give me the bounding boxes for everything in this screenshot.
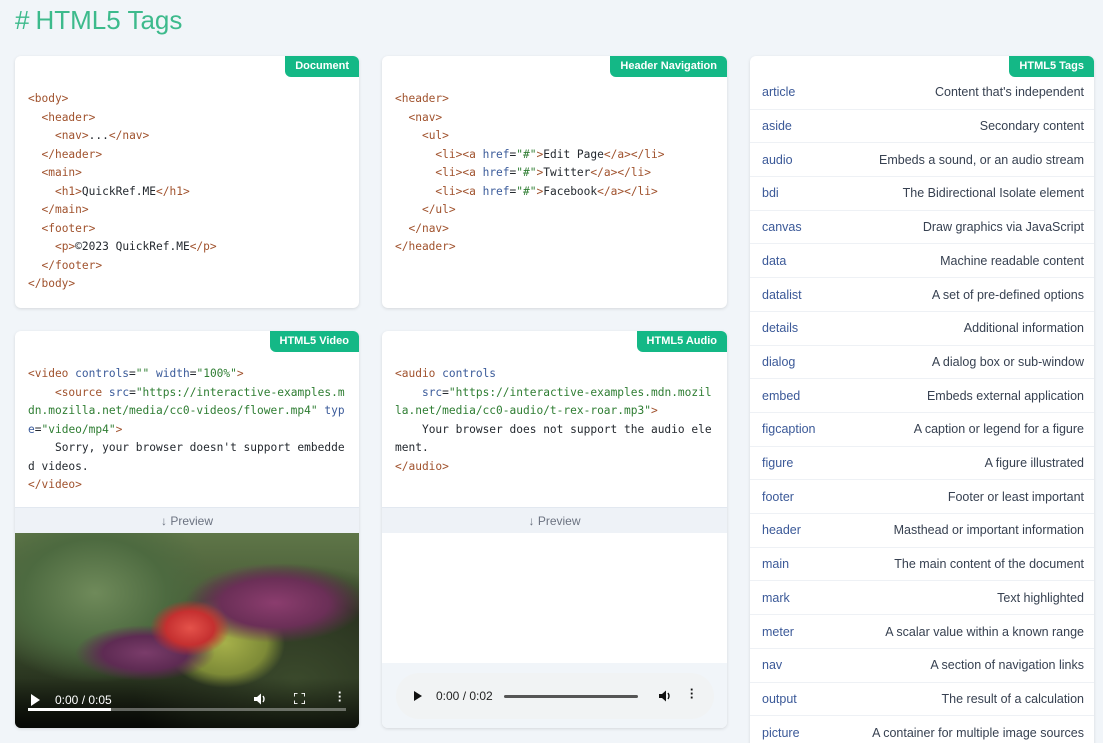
video-player[interactable]: 0:00 / 0:05 · · ·: [15, 533, 359, 728]
tag-row: meter A scalar value within a known range: [750, 615, 1094, 649]
tag-name: picture: [762, 725, 800, 740]
html5-tags-card: HTML5 Tags article Content that's indepen…: [750, 56, 1094, 743]
tag-row: picture A container for multiple image so…: [750, 716, 1094, 743]
html5-video-card: HTML5 Video <video controls="" width="10…: [15, 331, 359, 728]
video-progress-fill: [28, 708, 111, 711]
tag-description: Embeds a sound, or an audio stream: [879, 152, 1084, 167]
tag-name: header: [762, 523, 801, 538]
tag-row: bdi The Bidirectional Isolate element: [750, 177, 1094, 211]
tag-row: aside Secondary content: [750, 110, 1094, 144]
tag-row: nav A section of navigation links: [750, 649, 1094, 683]
tag-name: dialog: [762, 354, 796, 369]
more-options-icon[interactable]: · · ·: [689, 683, 695, 704]
tag-description: A figure illustrated: [984, 456, 1084, 471]
volume-icon[interactable]: [658, 689, 672, 703]
tag-row: figure A figure illustrated: [750, 447, 1094, 481]
tag-description: Draw graphics via JavaScript: [922, 220, 1084, 235]
tag-name: embed: [762, 388, 801, 403]
tag-name: figcaption: [762, 422, 816, 437]
tag-description: The Bidirectional Isolate element: [902, 186, 1084, 201]
code-block-document: <body> <header> <nav>...</nav> </header>…: [28, 92, 217, 290]
card-badge: Header Navigation: [610, 56, 727, 77]
tag-row: canvas Draw graphics via JavaScript: [750, 211, 1094, 245]
play-icon[interactable]: [414, 691, 422, 701]
tag-name: figure: [762, 456, 794, 471]
video-time: 0:00 / 0:05: [55, 693, 112, 707]
tag-name: nav: [762, 658, 783, 673]
code-block-video: <video controls="" width="100%"> <source…: [28, 367, 345, 491]
tag-row: data Machine readable content: [750, 245, 1094, 279]
tag-description: Footer or least important: [947, 489, 1084, 504]
tag-description: The result of a calculation: [941, 691, 1084, 706]
header-navigation-card: Header Navigation <header> <nav> <ul> <l…: [382, 56, 727, 308]
page-title-text: HTML5 Tags: [35, 5, 183, 35]
video-progress-bar[interactable]: [28, 708, 346, 711]
document-card: Document <body> <header> <nav>...</nav> …: [15, 56, 359, 308]
tag-name: meter: [762, 624, 794, 639]
audio-progress-bar[interactable]: [504, 695, 638, 698]
fullscreen-icon[interactable]: [294, 693, 305, 704]
tag-name: canvas: [762, 220, 802, 235]
video-controls: 0:00 / 0:05 · · ·: [15, 678, 359, 728]
tag-name: data: [762, 253, 787, 268]
tag-name: bdi: [762, 186, 779, 201]
tag-row: mark Text highlighted: [750, 582, 1094, 616]
tag-name: datalist: [762, 287, 802, 302]
tag-description: The main content of the document: [894, 557, 1084, 572]
tag-name: mark: [762, 590, 790, 605]
tag-description: A scalar value within a known range: [885, 624, 1084, 639]
card-badge: HTML5 Tags: [1009, 56, 1094, 77]
tag-row: dialog A dialog box or sub-window: [750, 346, 1094, 380]
tag-description: A dialog box or sub-window: [931, 354, 1084, 369]
tag-description: Additional information: [963, 321, 1084, 336]
tag-name: aside: [762, 119, 792, 134]
tag-row: embed Embeds external application: [750, 379, 1094, 413]
card-badge: HTML5 Video: [269, 331, 359, 352]
audio-player[interactable]: 0:00 / 0:02 · · ·: [396, 673, 714, 719]
tag-description: A caption or legend for a figure: [913, 422, 1084, 437]
more-options-icon[interactable]: · · ·: [337, 686, 343, 707]
tag-name: article: [762, 85, 796, 100]
tag-description: Machine readable content: [940, 253, 1084, 268]
preview-label: ↓ Preview: [15, 507, 359, 533]
tag-description: Text highlighted: [997, 590, 1084, 605]
tag-description: A set of pre-defined options: [931, 287, 1084, 302]
tag-row: footer Footer or least important: [750, 480, 1094, 515]
tag-name: output: [762, 691, 797, 706]
tag-row: audio Embeds a sound, or an audio stream: [750, 143, 1094, 178]
tag-name: details: [762, 321, 799, 336]
preview-label: ↓ Preview: [382, 507, 727, 533]
tag-description: Masthead or important information: [893, 523, 1084, 538]
tag-row: output The result of a calculation: [750, 683, 1094, 717]
volume-icon[interactable]: [253, 692, 267, 706]
tag-description: A section of navigation links: [930, 658, 1084, 673]
tag-name: main: [762, 557, 790, 572]
heading-anchor-hash[interactable]: #: [15, 5, 29, 35]
card-badge: HTML5 Audio: [636, 331, 727, 352]
tag-row: header Masthead or important information: [750, 514, 1094, 548]
tag-row: article Content that's independent: [750, 76, 1094, 110]
tag-name: footer: [762, 489, 794, 504]
audio-time: 0:00 / 0:02: [436, 689, 493, 703]
play-icon[interactable]: [31, 694, 40, 706]
tag-description: A container for multiple image sources: [872, 725, 1084, 740]
code-block-audio: <audio controls src="https://interactive…: [395, 367, 712, 473]
html5-audio-card: HTML5 Audio <audio controls src="https:/…: [382, 331, 727, 728]
card-badge: Document: [285, 56, 359, 77]
tag-description: Secondary content: [979, 119, 1084, 134]
tag-name: audio: [762, 152, 793, 167]
tag-row: figcaption A caption or legend for a figu…: [750, 413, 1094, 447]
tag-row: main The main content of the document: [750, 548, 1094, 582]
tag-row: details Additional information: [750, 312, 1094, 346]
tag-description: Embeds external application: [926, 388, 1084, 403]
page-title: # HTML5 Tags: [15, 5, 182, 36]
code-block-header-navigation: <header> <nav> <ul> <li><a href="#">Edit…: [395, 92, 665, 253]
tag-row: datalist A set of pre-defined options: [750, 278, 1094, 312]
tag-description: Content that's independent: [934, 85, 1084, 100]
